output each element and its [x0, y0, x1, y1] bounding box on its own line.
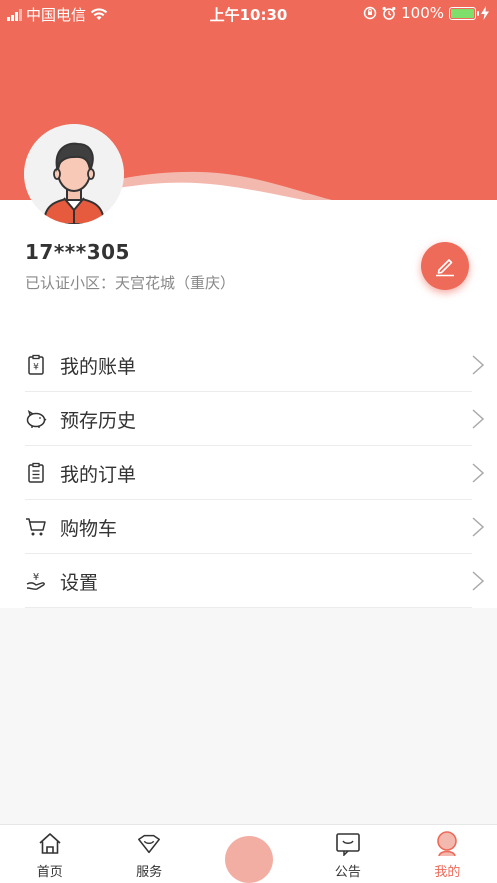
avatar[interactable] [24, 124, 124, 224]
menu-item-settings[interactable]: ¥ 设置 [0, 554, 497, 608]
user-phone: 17***305 [25, 240, 130, 264]
cart-icon [25, 516, 47, 538]
tab-mine[interactable]: 我的 [398, 825, 497, 883]
menu-item-label: 购物车 [60, 517, 118, 540]
menu-item-prepaid-history[interactable]: 预存历史 [0, 392, 497, 446]
menu-item-label: 我的账单 [60, 355, 137, 378]
profile-menu: ¥ 我的账单 预存历史 我的订单 购物车 ¥ 设置 [0, 338, 497, 608]
user-avatar-icon [24, 124, 124, 224]
user-community: 已认证小区：天宫花城（重庆） [25, 274, 236, 292]
clipboard-icon [25, 462, 47, 484]
status-bar: 中国电信 上午10:30 100% [0, 0, 497, 26]
menu-item-label: 我的订单 [60, 463, 137, 486]
menu-item-label: 预存历史 [60, 409, 137, 432]
center-button[interactable] [224, 836, 273, 883]
tab-label: 我的 [434, 865, 461, 880]
chevron-right-icon [472, 463, 485, 483]
menu-item-cart[interactable]: 购物车 [0, 500, 497, 554]
bill-icon: ¥ [25, 354, 47, 376]
alarm-icon [382, 6, 396, 20]
user-info: 17***305 已认证小区：天宫花城（重庆） [25, 240, 405, 293]
edit-icon [436, 259, 454, 277]
tab-home[interactable]: 首页 [0, 825, 99, 883]
menu-item-label: 设置 [60, 571, 99, 594]
tab-center[interactable] [199, 825, 298, 883]
tab-label: 首页 [36, 865, 63, 880]
tab-bar: 首页 服务 公告 我的 [0, 824, 497, 883]
service-icon [136, 831, 162, 857]
tab-service[interactable]: 服务 [99, 825, 198, 883]
svg-text:¥: ¥ [33, 363, 39, 373]
chevron-right-icon [472, 409, 485, 429]
chevron-right-icon [472, 571, 485, 591]
charging-icon [481, 6, 489, 20]
orientation-lock-icon [363, 6, 377, 20]
profile-screen: 中国电信 上午10:30 100% 17***305 已认证小区：天宫花城（重庆… [0, 0, 497, 883]
svg-text:¥: ¥ [33, 572, 39, 583]
tab-notice[interactable]: 公告 [298, 825, 397, 883]
edit-profile-button[interactable] [421, 242, 469, 290]
home-icon [37, 831, 63, 857]
tab-label: 公告 [334, 865, 361, 880]
chevron-right-icon [472, 517, 485, 537]
battery-icon [449, 6, 479, 20]
chevron-right-icon [472, 355, 485, 375]
piggy-bank-icon [25, 408, 47, 430]
menu-item-bill[interactable]: ¥ 我的账单 [0, 338, 497, 392]
notice-icon [335, 831, 361, 857]
menu-item-orders[interactable]: 我的订单 [0, 446, 497, 500]
tab-label: 服务 [136, 865, 163, 880]
settings-icon: ¥ [25, 570, 47, 592]
profile-icon [434, 831, 460, 857]
battery-percent: 100% [401, 4, 444, 22]
